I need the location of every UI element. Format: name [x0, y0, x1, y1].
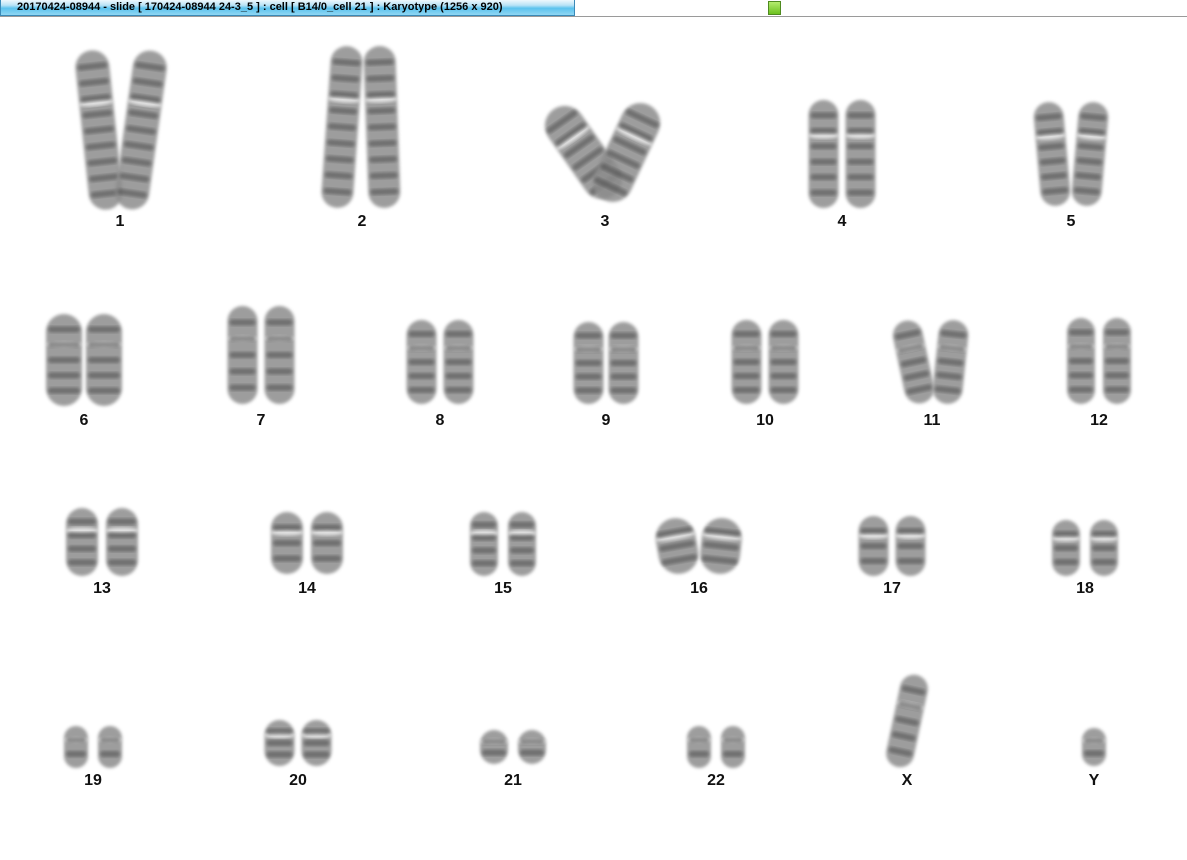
chromosome-label-4: 4	[837, 213, 847, 230]
window-titlebar: 20170424-08944 - slide [ 170424-08944 24…	[0, 0, 1187, 17]
chromosome-pair-22[interactable]	[686, 726, 746, 768]
chromosome-pair-19[interactable]	[63, 726, 123, 768]
chromosome-pair-20[interactable]	[263, 720, 333, 766]
chromosome-label-15: 15	[494, 580, 512, 597]
chromosome-label-y: Y	[1088, 772, 1100, 789]
status-indicator[interactable]	[768, 1, 781, 15]
chromosome-label-x: X	[901, 772, 913, 789]
chromosome-pair-21[interactable]	[479, 730, 547, 764]
chromosome-pair-1[interactable]	[73, 48, 170, 211]
chromosome-label-8: 8	[435, 412, 445, 429]
chromosome-label-14: 14	[298, 580, 316, 597]
chromosome-label-18: 18	[1076, 580, 1094, 597]
chromosome-pair-4[interactable]	[807, 100, 877, 208]
chromosome-label-19: 19	[84, 772, 102, 789]
karyotype-canvas: 1 2 3 4 5 6 7 8 9 10 11 12 13 14 15 16 17 18 19 20 21 22 X Y	[0, 18, 1187, 860]
chromosome-label-9: 9	[601, 412, 611, 429]
chromosome-label-12: 12	[1090, 412, 1108, 429]
chromosome-label-1: 1	[115, 213, 125, 230]
chromosome-pair-5[interactable]	[1032, 101, 1110, 207]
chromosome-pair-y[interactable]	[1081, 728, 1107, 766]
chromosome-pair-17[interactable]	[857, 516, 927, 576]
chromosome-label-10: 10	[756, 412, 774, 429]
chromosome-pair-8[interactable]	[405, 320, 475, 404]
chromosome-label-21: 21	[504, 772, 522, 789]
chromosome-label-6: 6	[79, 412, 89, 429]
chromosome-pair-11[interactable]	[889, 318, 970, 407]
chromosome-label-20: 20	[289, 772, 307, 789]
chromosome-pair-14[interactable]	[270, 512, 344, 574]
chromosome-label-5: 5	[1066, 213, 1076, 230]
chromosome-label-7: 7	[256, 412, 266, 429]
chromosome-pair-3[interactable]	[536, 96, 668, 209]
chromosome-label-11: 11	[923, 412, 941, 429]
chromosome-label-2: 2	[357, 213, 367, 230]
chromosome-label-17: 17	[883, 580, 901, 597]
chromosome-pair-15[interactable]	[469, 512, 537, 576]
chromosome-pair-9[interactable]	[572, 322, 640, 404]
chromosome-pair-2[interactable]	[320, 45, 402, 209]
chromosome-pair-6[interactable]	[45, 314, 123, 406]
chromosome-pair-13[interactable]	[65, 508, 139, 576]
chromosome-label-3: 3	[600, 213, 610, 230]
chromosome-label-16: 16	[690, 580, 708, 597]
chromosome-layer	[45, 45, 1132, 770]
chromosome-label-22: 22	[707, 772, 725, 789]
window-title[interactable]: 20170424-08944 - slide [ 170424-08944 24…	[0, 0, 575, 16]
chromosome-pair-12[interactable]	[1066, 318, 1132, 404]
chromosome-label-13: 13	[93, 580, 111, 597]
chromosome-pair-18[interactable]	[1051, 520, 1119, 576]
chromosome-pair-16[interactable]	[651, 515, 744, 577]
chromosome-pair-x[interactable]	[883, 672, 931, 770]
chromosome-pair-7[interactable]	[226, 306, 296, 404]
chromosome-pair-10[interactable]	[730, 320, 800, 404]
